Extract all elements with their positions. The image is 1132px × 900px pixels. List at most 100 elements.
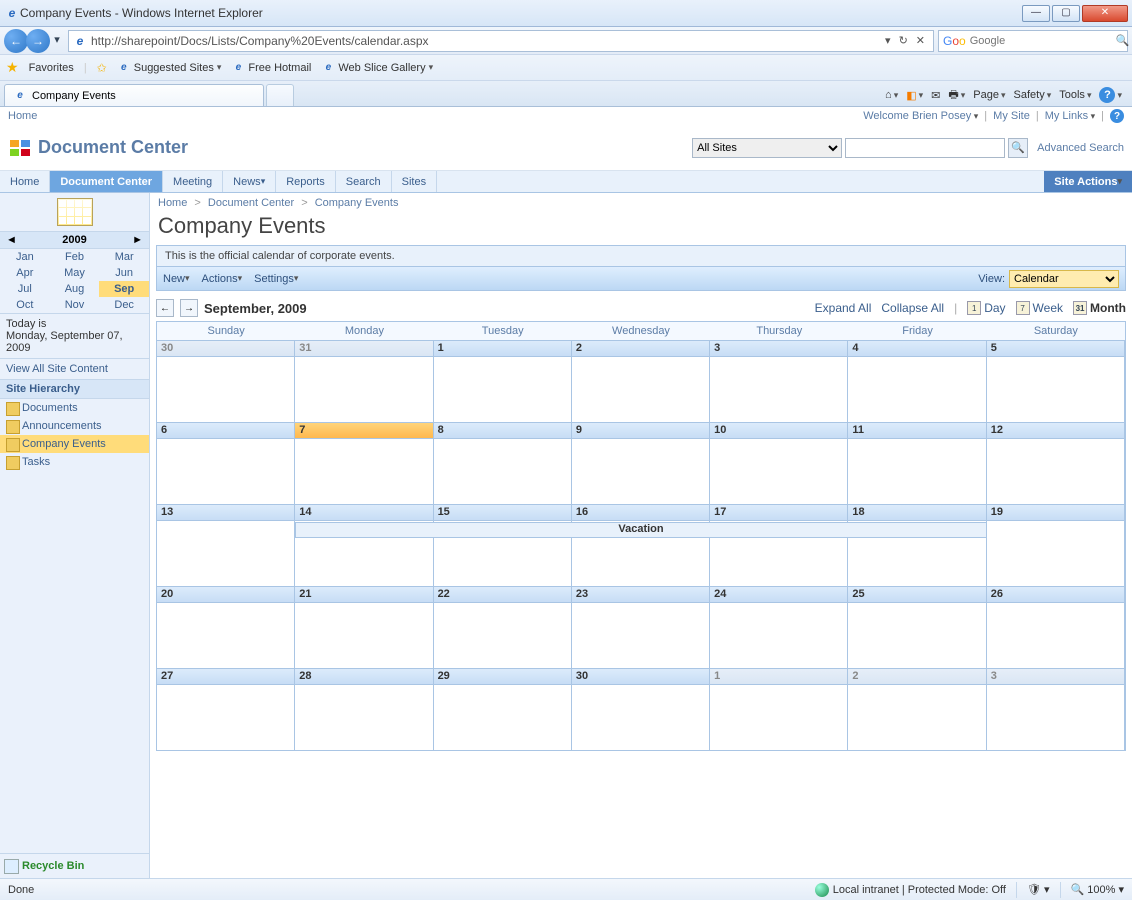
expand-all-link[interactable]: Expand All <box>815 301 872 315</box>
month-feb[interactable]: Feb <box>50 249 100 265</box>
add-favorite-icon[interactable]: ✩ <box>97 61 107 75</box>
day-cell[interactable]: 17 <box>710 504 848 586</box>
search-go-button[interactable]: 🔍 <box>1008 138 1028 158</box>
topnav-tab-document-center[interactable]: Document Center <box>50 171 163 192</box>
day-cell[interactable]: 9 <box>572 422 710 504</box>
site-title[interactable]: Document Center <box>38 137 188 158</box>
day-cell[interactable]: 31 <box>295 340 433 422</box>
help-icon[interactable]: ? <box>1110 109 1124 123</box>
search-scope-select[interactable]: All Sites <box>692 138 842 158</box>
day-cell[interactable]: 13 <box>157 504 295 586</box>
stop-button[interactable]: ✕ <box>912 34 929 47</box>
advanced-search-link[interactable]: Advanced Search <box>1037 142 1124 154</box>
day-cell[interactable]: 26 <box>987 586 1125 668</box>
page-menu[interactable]: Page <box>973 89 1005 101</box>
day-cell[interactable]: 5 <box>987 340 1125 422</box>
favorites-star-icon[interactable]: ★ <box>6 59 19 76</box>
day-cell[interactable]: 10 <box>710 422 848 504</box>
search-go-button[interactable]: 🔍 <box>1116 34 1130 47</box>
forward-button[interactable]: → <box>26 29 50 53</box>
month-may[interactable]: May <box>50 265 100 281</box>
new-tab-button[interactable] <box>266 84 294 106</box>
month-jul[interactable]: Jul <box>0 281 50 297</box>
month-view-button[interactable]: 31Month <box>1073 301 1126 315</box>
protected-mode-icon[interactable]: 🛡 ▾ <box>1027 883 1050 896</box>
safety-menu[interactable]: Safety <box>1014 89 1052 101</box>
month-nov[interactable]: Nov <box>50 297 100 313</box>
day-cell[interactable]: 30 <box>572 668 710 750</box>
actions-menu[interactable]: Actions <box>202 273 243 285</box>
my-links-menu[interactable]: My Links <box>1045 110 1095 122</box>
back-button[interactable]: ← <box>4 29 28 53</box>
my-site-link[interactable]: My Site <box>993 110 1030 122</box>
browser-search-box[interactable]: Goo 🔍 <box>938 30 1128 52</box>
day-cell[interactable]: 12 <box>987 422 1125 504</box>
calendar-event[interactable]: Vacation <box>295 522 986 538</box>
day-cell[interactable]: 27 <box>157 668 295 750</box>
day-cell[interactable]: 21 <box>295 586 433 668</box>
next-month-button[interactable]: → <box>180 299 198 317</box>
day-cell[interactable]: 3 <box>710 340 848 422</box>
welcome-menu[interactable]: Welcome Brien Posey <box>863 110 978 122</box>
feeds-button[interactable]: ◧ <box>906 89 923 102</box>
day-cell[interactable]: 7 <box>295 422 433 504</box>
sidebar-item-documents[interactable]: Documents <box>0 399 149 417</box>
week-view-button[interactable]: 7Week <box>1016 301 1063 315</box>
close-button[interactable]: ✕ <box>1082 5 1128 22</box>
topnav-tab-news[interactable]: News ▾ <box>223 171 276 192</box>
print-button[interactable]: 🖶 <box>948 86 965 105</box>
day-cell[interactable]: 1 <box>434 340 572 422</box>
day-cell[interactable]: 3 <box>987 668 1125 750</box>
recycle-bin-link[interactable]: Recycle Bin <box>0 853 149 878</box>
month-apr[interactable]: Apr <box>0 265 50 281</box>
month-sep[interactable]: Sep <box>99 281 149 297</box>
day-cell[interactable]: 18 <box>848 504 986 586</box>
day-cell[interactable]: 22 <box>434 586 572 668</box>
search-input[interactable] <box>970 35 1112 47</box>
breadcrumb-home[interactable]: Home <box>158 197 187 209</box>
site-actions-menu[interactable]: Site Actions <box>1044 171 1132 192</box>
minimize-button[interactable]: — <box>1022 5 1050 22</box>
day-cell[interactable]: 29 <box>434 668 572 750</box>
month-jun[interactable]: Jun <box>99 265 149 281</box>
day-cell[interactable]: 28 <box>295 668 433 750</box>
favorites-label[interactable]: Favorites <box>29 62 74 74</box>
day-cell[interactable]: 20 <box>157 586 295 668</box>
site-search-input[interactable] <box>845 138 1005 158</box>
sidebar-item-announcements[interactable]: Announcements <box>0 417 149 435</box>
topnav-tab-home[interactable]: Home <box>0 171 50 192</box>
suggested-sites-link[interactable]: eSuggested Sites <box>117 61 222 75</box>
month-jan[interactable]: Jan <box>0 249 50 265</box>
prev-year-button[interactable]: ◄ <box>6 234 17 246</box>
view-select[interactable]: Calendar <box>1009 270 1119 288</box>
sidebar-item-tasks[interactable]: Tasks <box>0 453 149 471</box>
day-cell[interactable]: 6 <box>157 422 295 504</box>
address-bar[interactable]: e ▾ ↻ ✕ <box>68 30 934 52</box>
day-cell[interactable]: 24 <box>710 586 848 668</box>
day-cell[interactable]: 19 <box>987 504 1125 586</box>
topnav-tab-sites[interactable]: Sites <box>392 171 437 192</box>
new-menu[interactable]: New <box>163 273 190 285</box>
mail-button[interactable]: ✉ <box>931 89 940 102</box>
view-all-site-content-link[interactable]: View All Site Content <box>0 359 149 380</box>
day-cell[interactable]: 15 <box>434 504 572 586</box>
settings-menu[interactable]: Settings <box>254 273 298 285</box>
day-cell[interactable]: 30 <box>157 340 295 422</box>
web-slice-gallery-link[interactable]: eWeb Slice Gallery <box>321 61 433 75</box>
zoom-control[interactable]: 🔍 100% ▾ <box>1071 883 1124 896</box>
help-menu[interactable]: ? <box>1099 87 1122 103</box>
day-cell[interactable]: 4 <box>848 340 986 422</box>
browser-tab[interactable]: e Company Events <box>4 84 264 106</box>
month-oct[interactable]: Oct <box>0 297 50 313</box>
nav-history-dropdown[interactable]: ▾ <box>50 29 64 51</box>
topnav-tab-search[interactable]: Search <box>336 171 392 192</box>
collapse-all-link[interactable]: Collapse All <box>881 301 944 315</box>
next-year-button[interactable]: ► <box>132 234 143 246</box>
breadcrumb-doc-center[interactable]: Document Center <box>208 197 294 209</box>
day-cell[interactable]: 2 <box>848 668 986 750</box>
day-cell[interactable]: 16 <box>572 504 710 586</box>
month-mar[interactable]: Mar <box>99 249 149 265</box>
home-button[interactable]: ⌂ <box>885 89 898 101</box>
security-zone[interactable]: Local intranet | Protected Mode: Off <box>815 883 1006 897</box>
topnav-tab-reports[interactable]: Reports <box>276 171 336 192</box>
